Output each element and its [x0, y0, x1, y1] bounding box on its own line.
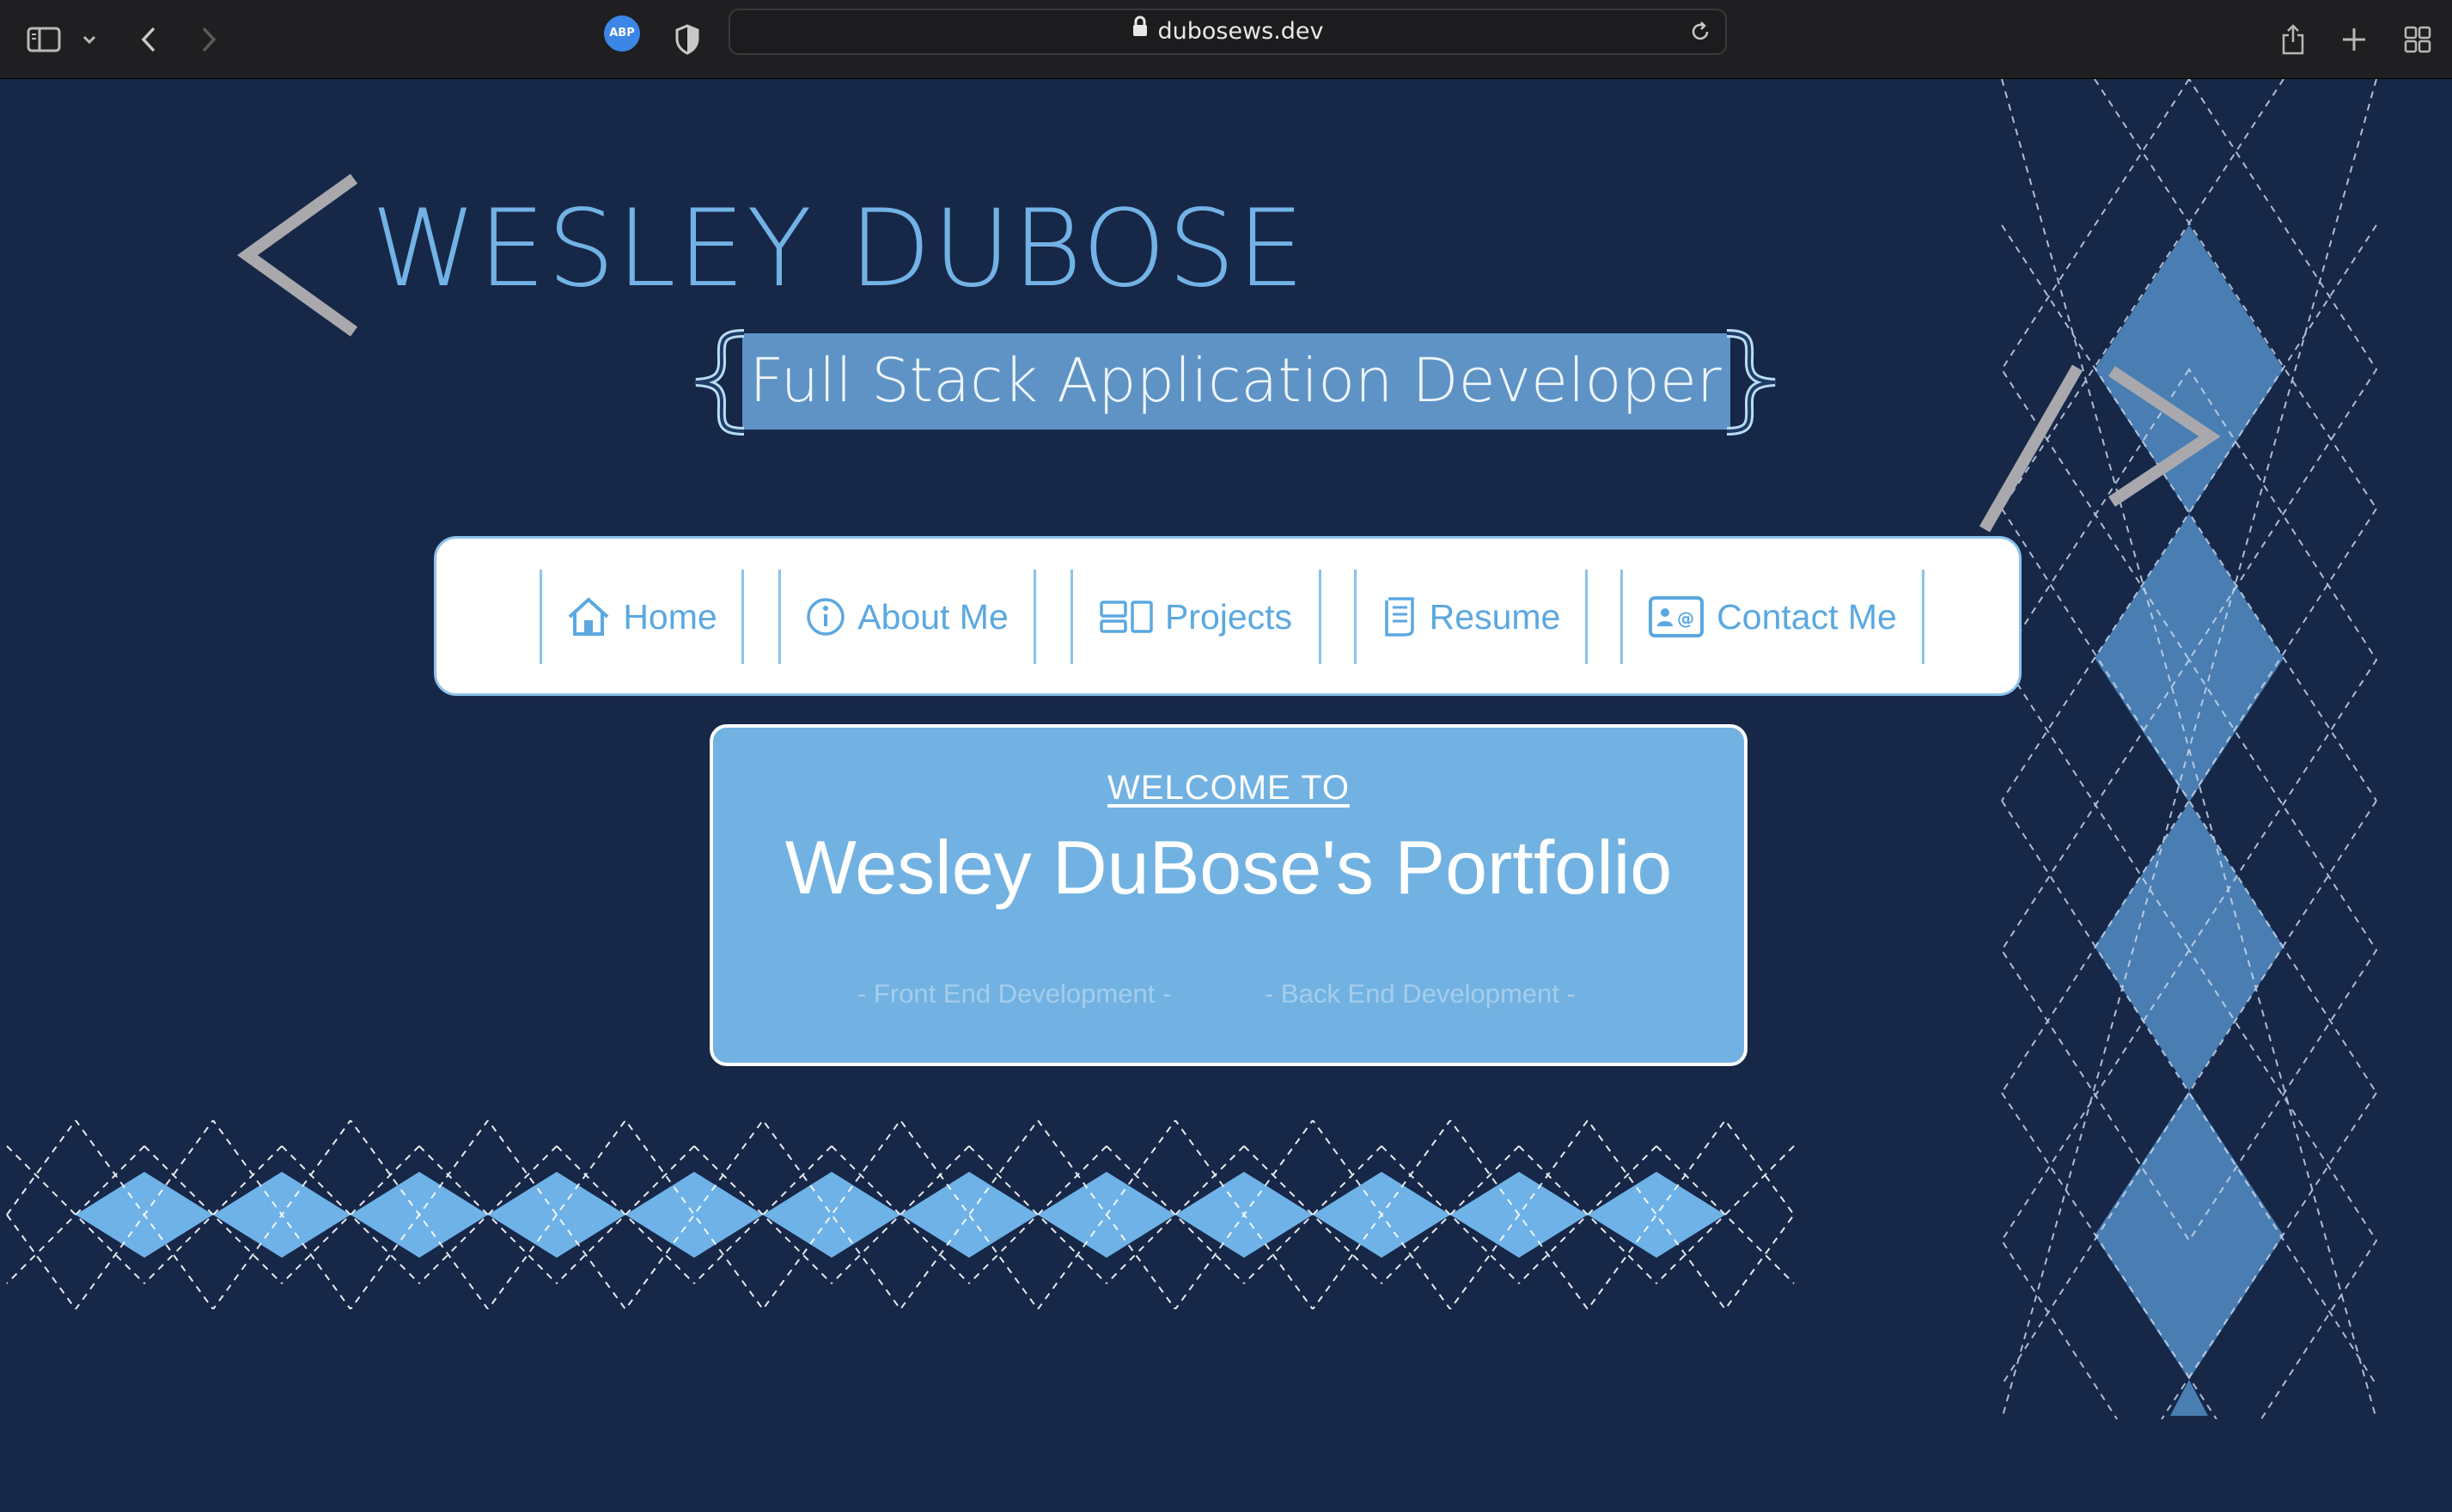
nav-label: About Me [857, 596, 1009, 637]
nav-about[interactable]: About Me [778, 570, 1036, 664]
subtitle-banner: Full Stack Application Developer [677, 328, 1794, 436]
back-icon[interactable] [136, 0, 162, 78]
lock-icon [1131, 9, 1149, 52]
home-icon [568, 597, 609, 636]
close-tag-glyph [1979, 364, 2221, 533]
reload-icon[interactable] [1689, 21, 1711, 46]
nav-projects[interactable]: Projects [1070, 570, 1321, 664]
tagline-back-end: - Back End Development - [1265, 979, 1576, 1009]
welcome-kicker: WELCOME TO [1107, 769, 1350, 807]
forward-icon[interactable] [196, 0, 222, 78]
main-nav: Home About Me Projects Resume @ Contact … [434, 536, 2022, 696]
sidebar-icon[interactable] [26, 0, 62, 78]
welcome-title: Wesley DuBose's Portfolio [784, 825, 1673, 910]
page-content: WESLEY DUBOSE Full Stack Application Dev… [0, 79, 2452, 1512]
contact-card-icon: @ [1649, 596, 1705, 637]
svg-text:@: @ [1677, 608, 1694, 629]
subtitle-text: Full Stack Application Developer [749, 345, 1722, 416]
open-bracket-glyph [236, 174, 358, 337]
argyle-pattern-right [2000, 79, 2378, 1419]
nav-label: Contact Me [1717, 596, 1897, 637]
nav-label: Resume [1429, 596, 1561, 637]
argyle-pattern-bottom [6, 1120, 1795, 1309]
share-icon[interactable] [2278, 0, 2308, 78]
tagline-front-end: - Front End Development - [857, 979, 1172, 1009]
nav-contact[interactable]: @ Contact Me [1620, 570, 1924, 664]
welcome-card: WELCOME TO Wesley DuBose's Portfolio - F… [710, 724, 1748, 1066]
adblock-icon[interactable]: ABP [604, 15, 640, 52]
browser-toolbar: ABP dubosews.dev [0, 0, 2452, 79]
chevron-down-icon[interactable] [79, 0, 100, 78]
nav-label: Home [623, 596, 717, 637]
address-bar[interactable]: dubosews.dev [729, 9, 1727, 55]
nav-home[interactable]: Home [540, 570, 744, 664]
tab-overview-icon[interactable] [2403, 0, 2432, 78]
shield-icon[interactable] [672, 0, 703, 78]
projects-icon [1100, 601, 1153, 633]
nav-resume[interactable]: Resume [1354, 570, 1588, 664]
site-name: WESLEY DUBOSE [371, 187, 1307, 311]
nav-label: Projects [1164, 596, 1293, 637]
document-icon [1384, 597, 1414, 637]
new-tab-icon[interactable] [2340, 0, 2368, 78]
url-text: dubosews.dev [1157, 18, 1324, 45]
info-icon [807, 598, 845, 636]
